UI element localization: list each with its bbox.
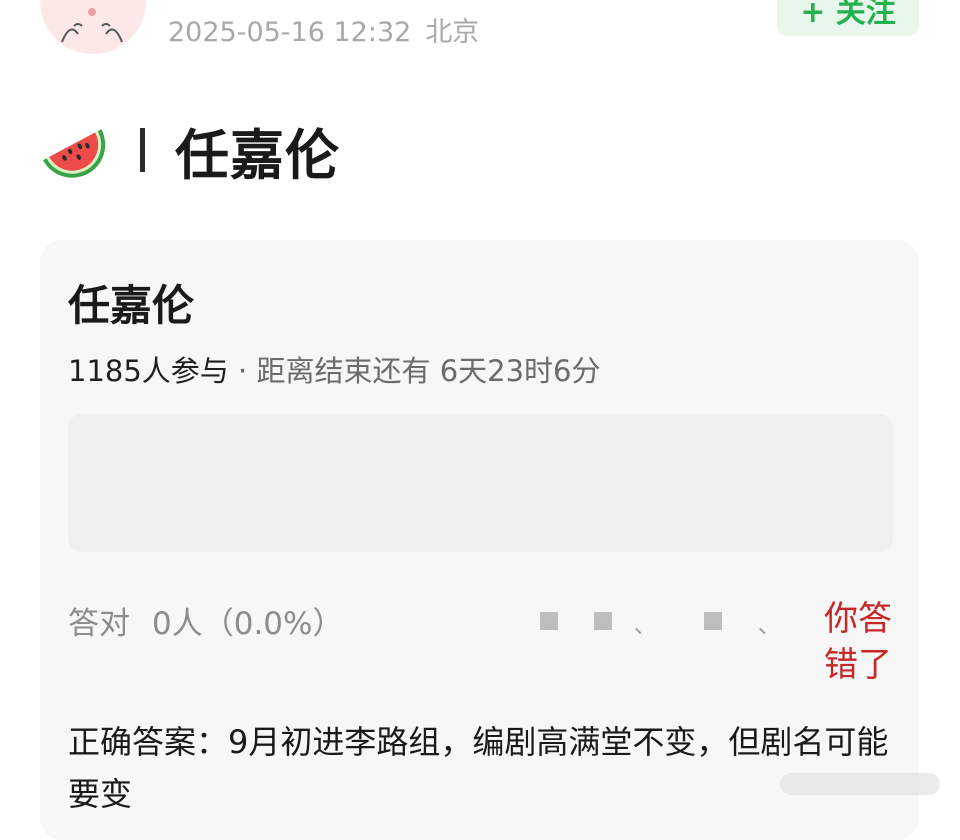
censor-separator: 、 [634,614,657,639]
wrong-answer-label: 你答错了 [824,599,892,685]
watermark [780,770,950,798]
avatar-face-icon [61,8,123,43]
post-meta: 2025-05-16 12:32 北京 [168,10,479,49]
censor-block [540,612,558,630]
poll-option-box[interactable] [68,414,893,552]
correct-label: 答对 [68,606,130,642]
watermark-bar [780,773,940,795]
correct-value: 0人（0.0%） [152,606,344,642]
follow-button[interactable]: + 关注 [777,0,919,36]
poll-countdown: 6天23时6分 [439,354,601,388]
poll-card[interactable]: 任嘉伦 1185人参与 · 距离结束还有 6天23时6分 答对 0人（0.0%） … [40,240,919,840]
poll-title: 任嘉伦 [68,281,195,330]
post-location: 北京 [425,17,480,48]
censor-separator: 、 [758,614,781,639]
watermelon-icon [43,129,106,178]
correct-count: 答对 0人（0.0%） [68,598,343,643]
poll-countdown-prefix: 距离结束还有 [256,354,440,388]
censor-block [594,612,612,630]
title-divider [140,128,145,172]
poll-stats-separator: · [228,354,257,388]
poll-stats: 1185人参与 · 距离结束还有 6天23时6分 [68,348,601,390]
censored-answer: 、 、 [538,612,780,639]
poll-participants: 1185人参与 [68,354,229,388]
post-title: 任嘉伦 [175,123,340,187]
post-title-row: 任嘉伦 [40,112,340,188]
avatar[interactable] [40,0,146,54]
correct-answer-text: 正确答案：9月初进李路组，编剧高满堂不变，但剧名可能要变 [68,723,889,813]
censor-block [704,612,722,630]
post-timestamp: 2025-05-16 12:32 [168,17,412,48]
